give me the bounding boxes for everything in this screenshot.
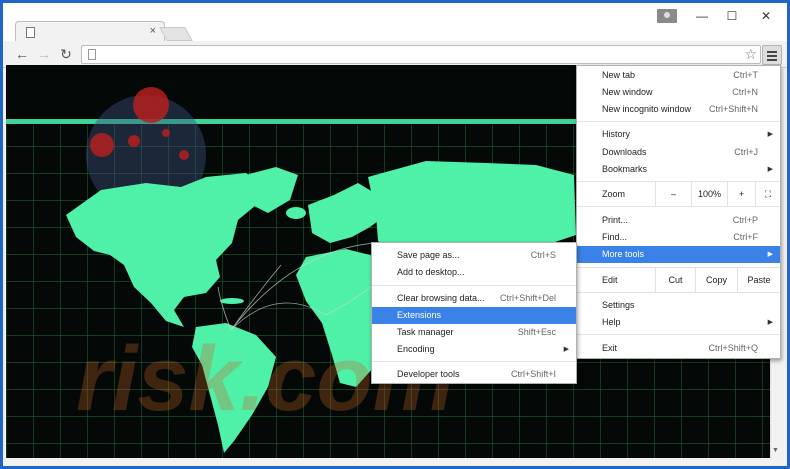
forward-icon[interactable]: → xyxy=(35,45,53,63)
reload-icon[interactable]: ↻ xyxy=(57,45,75,63)
menu-item-new-incognito-window[interactable]: New incognito window Ctrl+Shift+N xyxy=(577,101,780,118)
chrome-main-menu: New tab Ctrl+T New window Ctrl+N New incog… xyxy=(576,65,781,359)
bookmark-star-icon[interactable]: ☆ xyxy=(744,46,757,63)
menu-item-task-manager[interactable]: Task manager Shift+Esc xyxy=(372,324,576,341)
page-icon xyxy=(88,49,96,60)
zoom-row: Zoom – 100% + ⛶ xyxy=(577,181,780,207)
menu-item-clear-browsing-data[interactable]: Clear browsing data... Ctrl+Shift+Del xyxy=(372,290,576,307)
zoom-label: Zoom xyxy=(602,189,626,199)
menu-item-exit[interactable]: Exit Ctrl+Shift+Q xyxy=(577,340,780,357)
menu-item-settings[interactable]: Settings xyxy=(577,297,780,314)
chevron-right-icon: ▶ xyxy=(767,251,773,258)
zoom-value: 100% xyxy=(691,182,727,206)
page-icon xyxy=(26,27,35,38)
menu-item-encoding[interactable]: Encoding ▶ xyxy=(372,341,576,358)
menu-item-bookmarks[interactable]: Bookmarks ▶ xyxy=(577,161,780,178)
tab-close-icon[interactable]: × xyxy=(150,25,156,37)
close-window-button[interactable]: ✕ xyxy=(755,9,777,23)
menu-item-more-tools[interactable]: More tools ▶ xyxy=(577,246,780,263)
menu-item-save-page-as[interactable]: Save page as... Ctrl+S xyxy=(372,247,576,264)
more-tools-submenu: Save page as... Ctrl+S Add to desktop... … xyxy=(371,242,577,384)
zoom-out-button[interactable]: – xyxy=(655,182,691,206)
scroll-down-icon[interactable]: ▼ xyxy=(772,447,779,454)
minimize-button[interactable]: — xyxy=(691,9,713,23)
menu-item-help[interactable]: Help ▶ xyxy=(577,314,780,331)
chevron-right-icon: ▶ xyxy=(767,131,773,138)
menu-item-print[interactable]: Print... Ctrl+P xyxy=(577,212,780,229)
edit-label: Edit xyxy=(602,275,618,285)
paste-button[interactable]: Paste xyxy=(737,268,780,292)
toolbar: ← → ↻ ☆ xyxy=(3,41,787,68)
menu-item-new-window[interactable]: New window Ctrl+N xyxy=(577,84,780,101)
address-bar[interactable]: ☆ xyxy=(81,45,761,64)
menu-item-history[interactable]: History ▶ xyxy=(577,126,780,143)
chevron-right-icon: ▶ xyxy=(767,166,773,173)
maximize-button[interactable]: ☐ xyxy=(721,9,743,23)
chevron-right-icon: ▶ xyxy=(767,319,773,326)
menu-item-find[interactable]: Find... Ctrl+F xyxy=(577,229,780,246)
hamburger-icon[interactable] xyxy=(762,45,782,65)
back-icon[interactable]: ← xyxy=(13,45,31,63)
fullscreen-icon[interactable]: ⛶ xyxy=(755,182,780,206)
edit-row: Edit Cut Copy Paste xyxy=(577,267,780,293)
zoom-in-button[interactable]: + xyxy=(727,182,755,206)
chevron-right-icon: ▶ xyxy=(563,346,569,353)
tab-strip: × — ☐ ✕ xyxy=(3,3,787,43)
menu-item-downloads[interactable]: Downloads Ctrl+J xyxy=(577,144,780,161)
cut-button[interactable]: Cut xyxy=(655,268,695,292)
user-icon[interactable] xyxy=(657,9,677,23)
tab-active[interactable]: × xyxy=(15,21,165,43)
menu-item-extensions[interactable]: Extensions xyxy=(372,307,576,324)
menu-item-developer-tools[interactable]: Developer tools Ctrl+Shift+I xyxy=(372,366,576,383)
menu-item-new-tab[interactable]: New tab Ctrl+T xyxy=(577,67,780,84)
copy-button[interactable]: Copy xyxy=(695,268,737,292)
menu-item-add-to-desktop[interactable]: Add to desktop... xyxy=(372,264,576,281)
